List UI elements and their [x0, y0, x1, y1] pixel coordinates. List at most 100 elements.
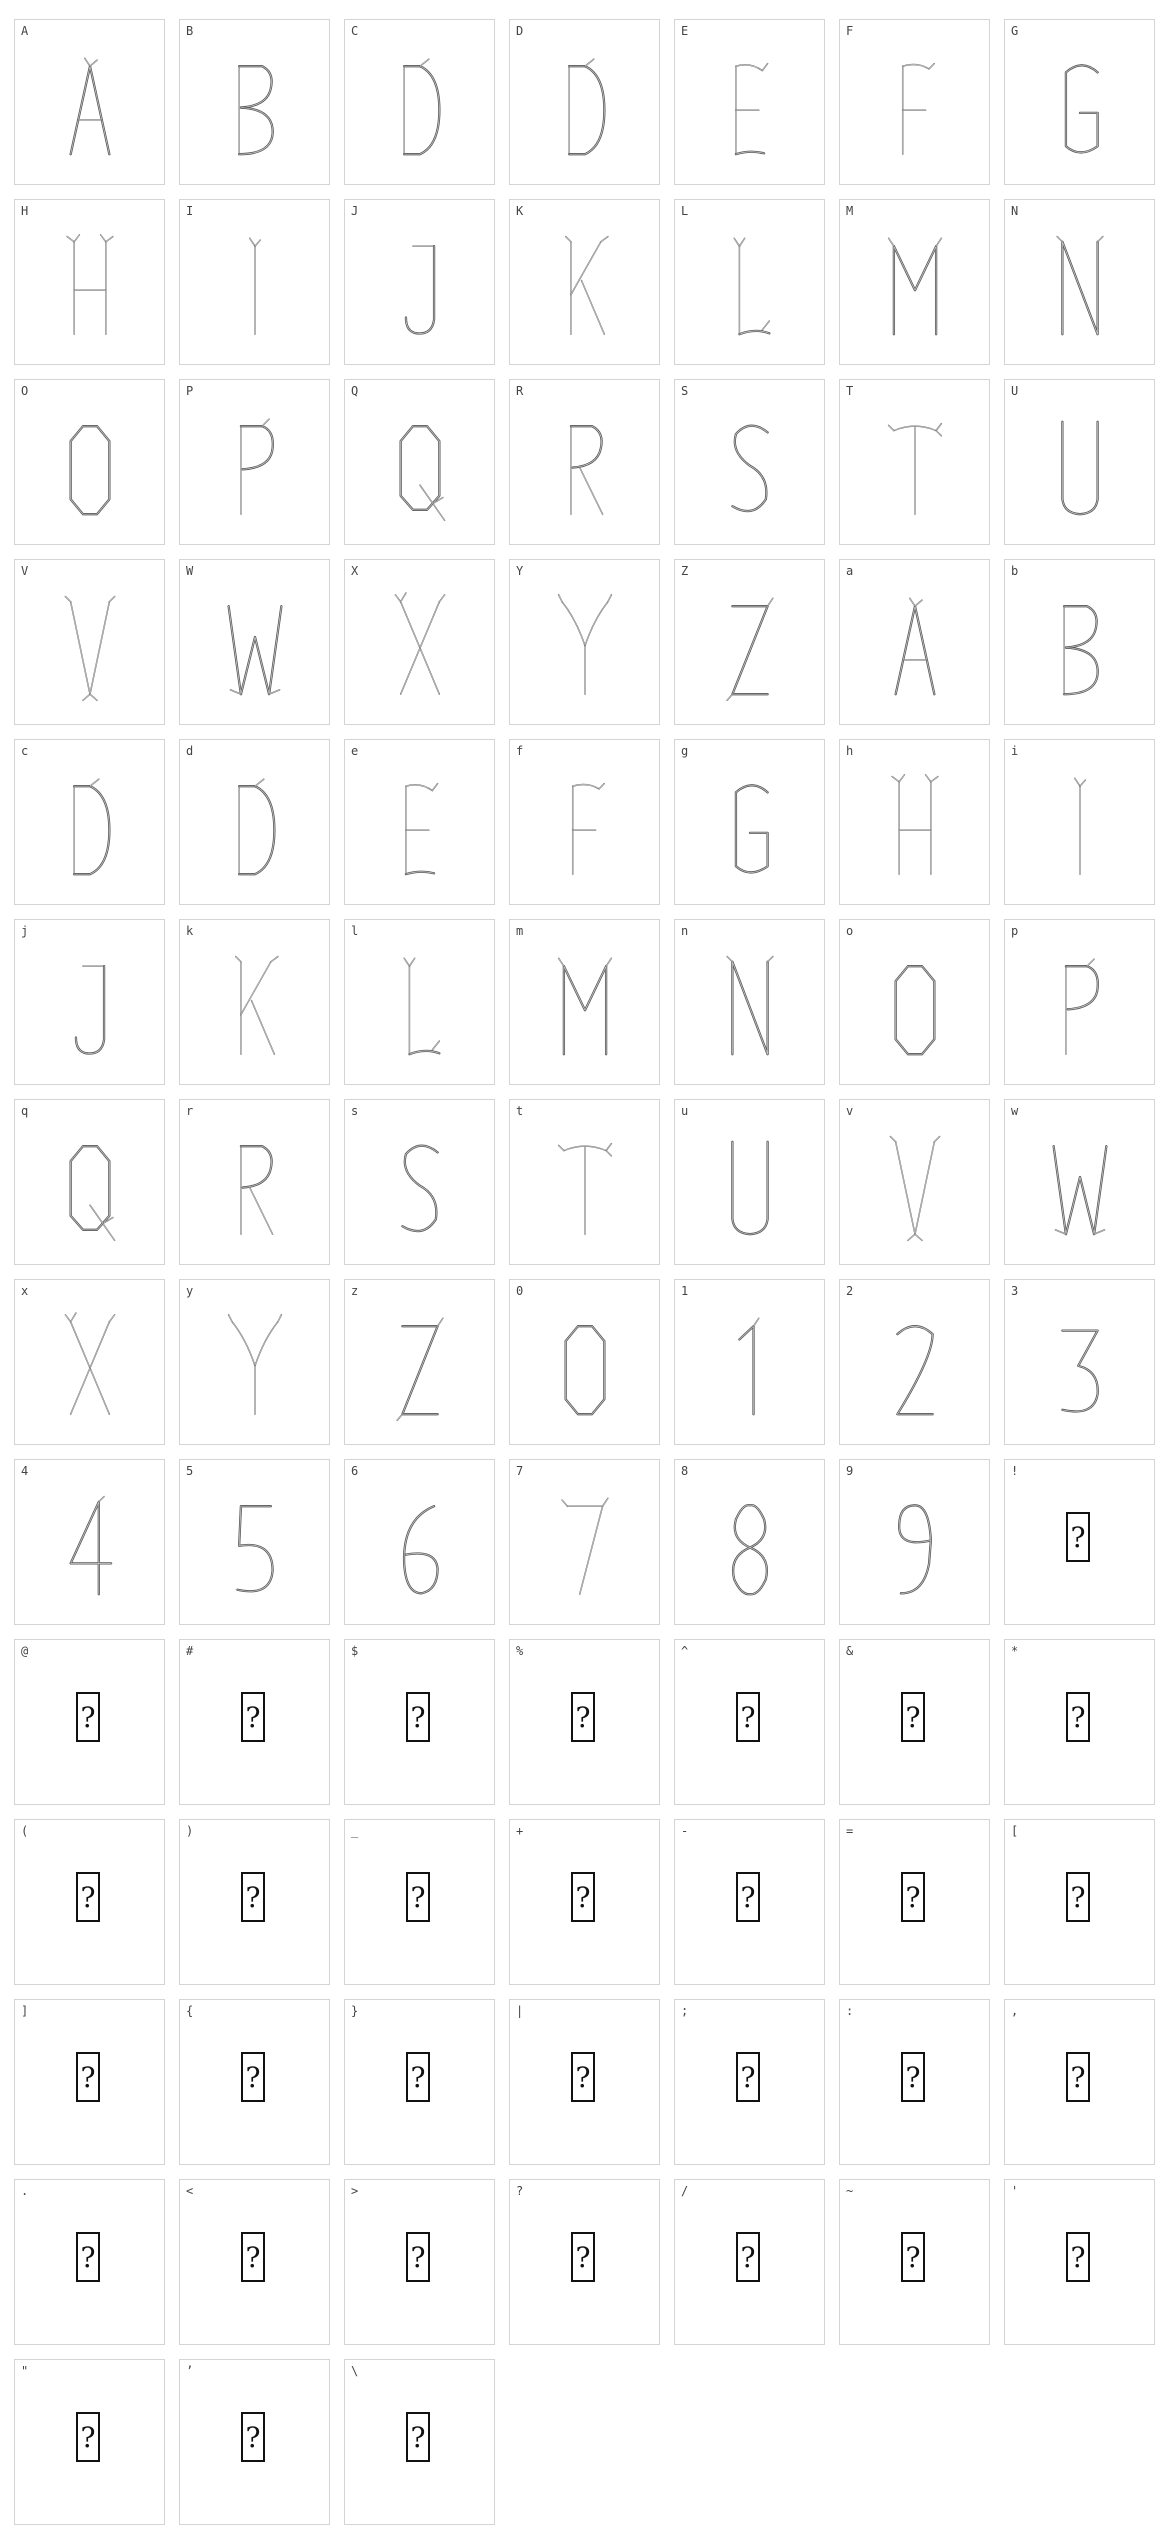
- glyph-stroke: [569, 425, 603, 469]
- glyph-stroke-highlight: [1063, 605, 1097, 648]
- glyph-label: /: [681, 2184, 689, 2198]
- glyph-stroke-highlight: [1086, 958, 1095, 967]
- glyph-cell: .?: [14, 2179, 165, 2345]
- glyph-stroke-highlight: [251, 1000, 275, 1055]
- twig-glyph-S: [731, 424, 769, 513]
- glyph-cell: E: [674, 19, 825, 185]
- missing-glyph-icon: ?: [406, 1692, 430, 1742]
- glyph-stroke-highlight: [402, 1145, 438, 1232]
- glyph-cell: _?: [344, 1819, 495, 1985]
- twig-glyph-4: [69, 1495, 113, 1596]
- glyph-cell: S: [674, 379, 825, 545]
- glyph-stroke-highlight: [395, 594, 401, 603]
- glyph-stroke-highlight: [897, 1325, 933, 1415]
- glyph-stroke-highlight: [565, 236, 572, 243]
- twig-glyph-D: [73, 778, 111, 876]
- glyph-label: ): [186, 1824, 194, 1838]
- glyph-cell: ’?: [179, 2359, 330, 2525]
- glyph-cell: J: [344, 199, 495, 365]
- glyph-label: m: [516, 924, 524, 938]
- glyph-label: y: [186, 1284, 194, 1298]
- twig-glyph-U: [1061, 420, 1099, 516]
- glyph-stroke-highlight: [237, 1505, 273, 1592]
- missing-glyph-icon: ?: [406, 1872, 430, 1922]
- glyph-stroke-highlight: [1065, 965, 1099, 1010]
- glyph-stroke-highlight: [228, 1314, 233, 1323]
- glyph-cell: z: [344, 1279, 495, 1445]
- glyph-cell: ??: [509, 2179, 660, 2345]
- glyph-cell: -?: [674, 1819, 825, 1985]
- glyph-label: @: [21, 1644, 29, 1658]
- glyph-cell: b: [1004, 559, 1155, 725]
- glyph-cell: j: [14, 919, 165, 1085]
- glyph-label: !: [1011, 1464, 1019, 1478]
- glyph-stroke-highlight: [914, 1233, 923, 1241]
- glyph-label: h: [846, 744, 854, 758]
- glyph-cell: {?: [179, 1999, 330, 2165]
- glyph-stroke-highlight: [65, 1314, 71, 1323]
- glyph-cell: h: [839, 739, 990, 905]
- glyph-stroke-highlight: [732, 425, 768, 512]
- glyph-stroke-highlight: [605, 957, 612, 967]
- glyph-stroke: [894, 965, 936, 1056]
- glyph-cell: 7: [509, 1459, 660, 1625]
- glyph-cell: '?: [1004, 2179, 1155, 2345]
- missing-glyph-icon: ?: [901, 1872, 925, 1922]
- glyph-cell: c: [14, 739, 165, 905]
- twig-glyph-I: [249, 237, 261, 335]
- glyph-cell: 0: [509, 1279, 660, 1445]
- glyph-label: #: [186, 1644, 194, 1658]
- glyph-cell: %?: [509, 1639, 660, 1805]
- glyph-cell: Z: [674, 559, 825, 725]
- glyph-stroke-highlight: [1056, 236, 1063, 243]
- glyph-stroke-highlight: [1062, 1330, 1099, 1412]
- glyph-label: b: [1011, 564, 1019, 578]
- glyph-label: j: [21, 924, 29, 938]
- glyph-stroke-highlight: [405, 245, 435, 334]
- glyph-cell: K: [509, 199, 660, 365]
- glyph-stroke-highlight: [732, 961, 768, 1055]
- glyph-label: 3: [1011, 1284, 1019, 1298]
- glyph-cell: W: [179, 559, 330, 725]
- glyph-cell: w: [1004, 1099, 1155, 1265]
- glyph-label: V: [21, 564, 29, 578]
- glyph-stroke-highlight: [70, 1145, 110, 1231]
- twig-glyph-0: [564, 1325, 606, 1416]
- glyph-cell: >?: [344, 2179, 495, 2345]
- glyph-label: L: [681, 204, 689, 218]
- glyph-stroke-highlight: [1074, 777, 1081, 787]
- glyph-cell: Q: [344, 379, 495, 545]
- glyph-cell: )?: [179, 1819, 330, 1985]
- glyph-stroke-highlight: [431, 783, 438, 791]
- glyph-stroke: [405, 784, 434, 792]
- glyph-cell: F: [839, 19, 990, 185]
- glyph-cell: 8: [674, 1459, 825, 1625]
- glyph-stroke-highlight: [228, 605, 282, 695]
- glyph-stroke-highlight: [890, 1136, 896, 1143]
- glyph-stroke-highlight: [732, 1141, 768, 1235]
- missing-glyph-icon: ?: [76, 2052, 100, 2102]
- glyph-label: W: [186, 564, 194, 578]
- glyph-stroke-highlight: [895, 965, 935, 1055]
- glyph-cell: 2: [839, 1279, 990, 1445]
- twig-glyph-5: [236, 1505, 274, 1593]
- glyph-cell: !?: [1004, 1459, 1155, 1625]
- glyph-stroke-highlight: [570, 425, 602, 468]
- missing-glyph-icon: ?: [1066, 1872, 1090, 1922]
- glyph-label: C: [351, 24, 359, 38]
- twig-glyph-L: [733, 237, 771, 336]
- glyph-stroke: [738, 1325, 755, 1416]
- glyph-cell: 1: [674, 1279, 825, 1445]
- glyph-stroke-highlight: [240, 425, 274, 470]
- glyph-stroke-highlight: [584, 58, 595, 67]
- glyph-label: ': [1011, 2184, 1019, 2198]
- glyph-cell: f: [509, 739, 660, 905]
- glyph-cell: ]?: [14, 1999, 165, 2165]
- twig-glyph-O: [69, 425, 111, 516]
- glyph-cell: I: [179, 199, 330, 365]
- glyph-cell: /?: [674, 2179, 825, 2345]
- glyph-stroke: [403, 1505, 439, 1595]
- glyph-cell: H: [14, 199, 165, 365]
- glyph-stroke-highlight: [925, 774, 932, 783]
- glyph-label: ": [21, 2364, 29, 2378]
